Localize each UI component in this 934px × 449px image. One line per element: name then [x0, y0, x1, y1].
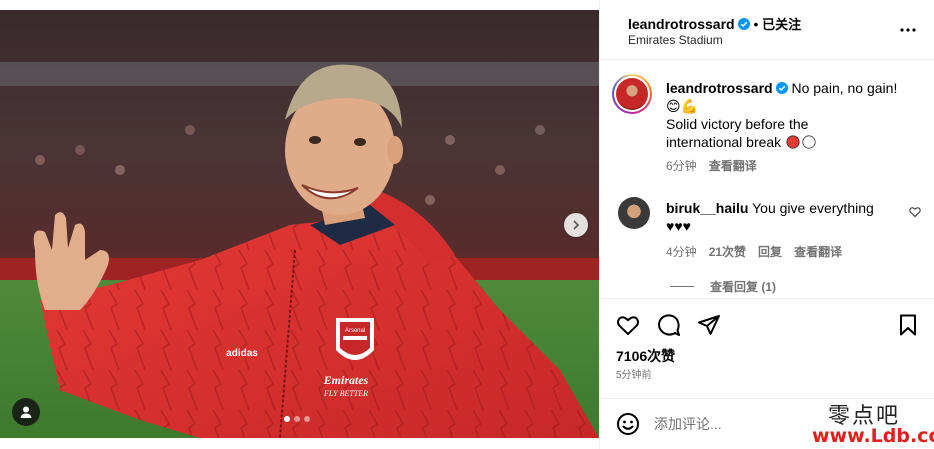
caption-username[interactable]: leandrotrossard — [666, 80, 773, 96]
sponsor-text: Emirates — [323, 373, 369, 387]
carousel-dot — [304, 416, 310, 422]
user-tag-icon — [20, 406, 32, 418]
comment-like-heart-icon[interactable] — [909, 206, 921, 218]
caption-text: No pain, no gain! — [791, 80, 898, 96]
chevron-right-icon — [573, 220, 580, 230]
comment-hearts: ♥♥♥ — [666, 218, 691, 234]
comment-bubble-icon[interactable] — [657, 313, 681, 337]
comment-likes[interactable]: 21次赞 — [709, 245, 746, 259]
commenter-username[interactable]: biruk__hailu — [666, 200, 748, 216]
sponsor-subtext: FLY BETTER — [323, 389, 368, 398]
like-count[interactable]: 7106次赞 — [616, 346, 675, 366]
reply-button[interactable]: 回复 — [758, 245, 782, 259]
caption-text-line2: Solid victory before the — [666, 116, 809, 132]
view-replies-button[interactable]: 查看回复 (1) — [670, 278, 776, 295]
watermark-url: www.Ldb.cc — [812, 425, 934, 447]
caption-emojis: 😊💪 — [666, 98, 699, 114]
post-details-panel: leandrotrossard • 已关注 Emirates Stadium lea… — [599, 0, 934, 449]
post-header-user: leandrotrossard • 已关注 — [628, 14, 801, 33]
carousel-next-button[interactable] — [564, 213, 588, 237]
save-bookmark-icon[interactable] — [896, 313, 920, 337]
red-white-circles-icon — [786, 135, 816, 149]
verified-badge-icon — [737, 18, 750, 30]
carousel-dot — [284, 416, 290, 422]
view-replies-label: 查看回复 (1) — [710, 280, 777, 294]
caption-time: 6分钟 — [666, 159, 697, 173]
caption-text-line3: international break — [666, 134, 782, 150]
caption-meta: 6分钟 查看翻译 — [666, 157, 916, 175]
comment-time: 4分钟 — [666, 245, 697, 259]
more-horizontal-icon[interactable] — [899, 22, 917, 38]
post-timestamp: 5分钟前 — [616, 370, 652, 381]
like-heart-icon[interactable] — [616, 313, 640, 337]
post-caption: leandrotrossard No pain, no gain! 😊💪 Sol… — [666, 79, 916, 175]
comment-meta: 4分钟 21次赞 回复 查看翻译 — [666, 243, 906, 261]
comments-section[interactable]: leandrotrossard No pain, no gain! 😊💪 Sol… — [600, 60, 934, 298]
replies-divider — [670, 286, 694, 287]
verified-badge-icon — [775, 82, 788, 94]
following-button[interactable]: 已关注 — [762, 17, 801, 32]
see-translation-link[interactable]: 查看翻译 — [709, 159, 757, 173]
user-tag-button[interactable] — [12, 398, 40, 426]
crest-label: Arsenal — [345, 328, 365, 334]
comment-translate-link[interactable]: 查看翻译 — [794, 245, 842, 259]
brand-text: adidas — [226, 348, 258, 359]
author-username[interactable]: leandrotrossard — [628, 16, 735, 32]
separator-dot: • — [753, 17, 759, 32]
comment-item: biruk__hailu You give everything ♥♥♥ 4分钟… — [666, 199, 906, 261]
emoji-smiley-icon[interactable] — [616, 412, 640, 436]
post-media[interactable]: Arsenal Emirates FLY BETTER adidas — [0, 10, 599, 438]
post-header: leandrotrossard • 已关注 Emirates Stadium — [600, 0, 934, 60]
author-avatar[interactable] — [612, 74, 652, 114]
commenter-avatar[interactable] — [618, 197, 650, 229]
comment-text: You give everything — [752, 200, 874, 216]
post-photo: Arsenal Emirates FLY BETTER adidas — [0, 10, 599, 438]
location-link[interactable]: Emirates Stadium — [628, 33, 723, 47]
post-actions: 7106次赞 5分钟前 — [600, 298, 934, 398]
carousel-indicator — [284, 416, 310, 422]
share-send-icon[interactable] — [697, 313, 721, 337]
add-comment-input[interactable] — [654, 413, 824, 435]
carousel-dot — [294, 416, 300, 422]
